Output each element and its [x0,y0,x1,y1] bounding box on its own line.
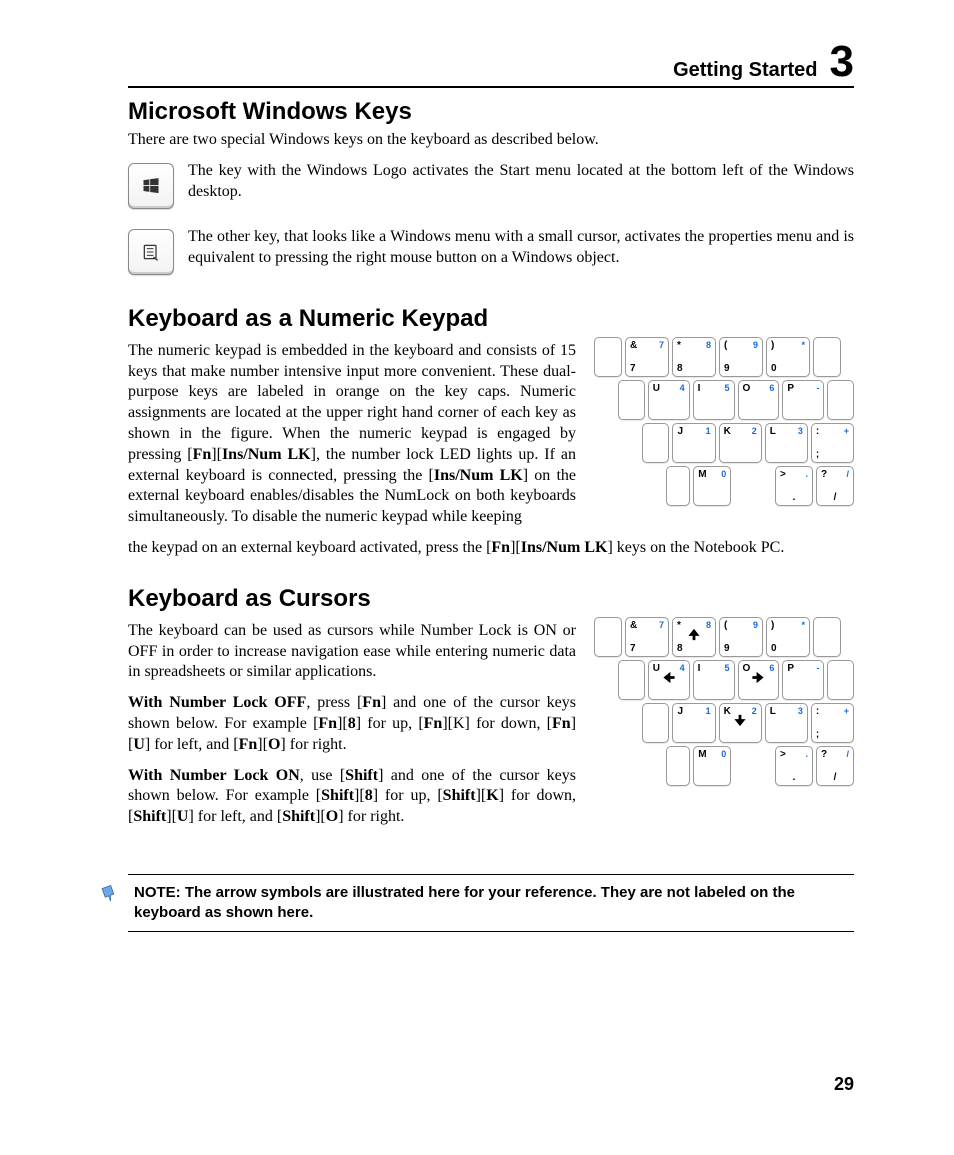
key: :+; [811,423,854,463]
key: I5 [693,380,735,420]
numeric-keypad-paragraph: The numeric keypad is embedded in the ke… [128,341,576,528]
key: O6 [738,380,780,420]
arrow-icon [733,713,747,732]
blank-key [827,660,854,700]
key: O6 [738,660,780,700]
key: L3 [765,703,808,743]
key: P- [782,660,824,700]
key: J1 [672,423,715,463]
menu-key-row: The other key, that looks like a Windows… [128,227,854,275]
key: K2 [719,703,762,743]
key: M0 [693,466,731,506]
numeric-keypad-continuation: the keypad on an external keyboard activ… [128,538,854,559]
cursors-intro: The keyboard can be used as cursors whil… [128,621,576,683]
page-header: Getting Started 3 [128,40,854,88]
key: P- [782,380,824,420]
blank-key [618,660,645,700]
key: (99 [719,617,763,657]
page-number: 29 [834,1074,854,1095]
chapter-title: Getting Started [673,59,817,82]
key: &77 [625,617,669,657]
note-block: NOTE: The arrow symbols are illustrated … [128,874,854,933]
key: *88 [672,617,716,657]
blank-key [813,337,841,377]
note-pin-icon [100,883,124,924]
key: :+; [811,703,854,743]
blank-key [827,380,854,420]
blank-key [666,746,690,786]
key: ?// [816,746,854,786]
arrow-icon [751,670,765,689]
key: >.. [775,466,813,506]
blank-key [594,617,622,657]
key: U4 [648,660,690,700]
key: (99 [719,337,763,377]
windows-logo-key-desc: The key with the Windows Logo activates … [188,161,854,203]
key: J1 [672,703,715,743]
arrow-icon [687,627,701,646]
cursors-numlock-on: With Number Lock ON, use [Shift] and one… [128,766,576,828]
windows-logo-key-icon [128,163,174,209]
blank-key [642,703,669,743]
blank-key [594,337,622,377]
blank-key [813,617,841,657]
key: K2 [719,423,762,463]
chapter-number: 3 [830,40,854,84]
key: &77 [625,337,669,377]
arrow-icon [662,670,676,689]
key: >.. [775,746,813,786]
key: M0 [693,746,731,786]
menu-key-desc: The other key, that looks like a Windows… [188,227,854,269]
windows-logo-key-row: The key with the Windows Logo activates … [128,161,854,209]
blank-key [666,466,690,506]
key: ?// [816,466,854,506]
key: I5 [693,660,735,700]
key: )*0 [766,617,810,657]
heading-cursors: Keyboard as Cursors [128,585,854,613]
cursors-numlock-off: With Number Lock OFF, press [Fn] and one… [128,693,576,755]
note-text: NOTE: The arrow symbols are illustrated … [134,883,854,924]
blank-key [642,423,669,463]
keypad-figure-1: &77*88(99)*0 U4I5O6P- J1K2L3:+; M0 >..?// [594,337,854,509]
key: *88 [672,337,716,377]
blank-key [618,380,645,420]
heading-windows-keys: Microsoft Windows Keys [128,98,854,126]
keypad-figure-2: &77*88(99)*0 U4I5O6P- J1K2L3:+; M0 >..?// [594,617,854,789]
menu-key-icon [128,229,174,275]
heading-numeric-keypad: Keyboard as a Numeric Keypad [128,305,854,333]
key: )*0 [766,337,810,377]
key: U4 [648,380,690,420]
key: L3 [765,423,808,463]
intro-text: There are two special Windows keys on th… [128,130,854,151]
